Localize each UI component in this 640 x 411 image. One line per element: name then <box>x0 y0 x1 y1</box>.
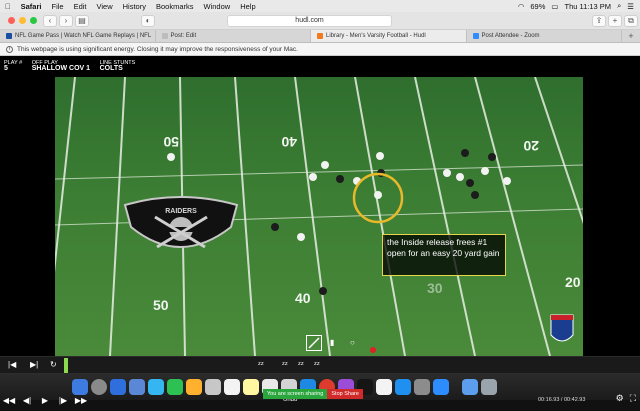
svg-text:RAIDERS: RAIDERS <box>165 208 197 215</box>
hudl-favicon-icon <box>317 33 323 39</box>
sleep-icon: ᶻᶻ <box>298 360 304 369</box>
field-graphic: RAIDERS 50 40 20 50 40 30 20 <box>55 77 583 356</box>
menu-edit[interactable]: Edit <box>69 2 92 11</box>
svg-text:50: 50 <box>163 134 179 150</box>
page-favicon-icon <box>161 33 168 39</box>
menu-history[interactable]: History <box>118 2 151 11</box>
privacy-report-icon[interactable]: ◐ <box>141 14 155 27</box>
nfl-shield-icon <box>550 314 574 342</box>
play-icon[interactable]: ▶ <box>36 396 54 405</box>
timecode: 00:16.93 / 00:42.93 <box>538 397 586 403</box>
battery-text: 69% <box>530 1 546 11</box>
tab-label: Post Attendee - Zoom <box>481 32 540 39</box>
fullscreen-icon[interactable]: ⛶ <box>630 393 636 404</box>
circle-tool-icon[interactable]: ○ <box>350 338 355 347</box>
step-forward-icon[interactable]: |▶ <box>54 396 72 405</box>
off-play-value: SHALLOW COV 1 <box>31 65 91 72</box>
search-icon[interactable]: ⌕ <box>617 1 621 11</box>
next-clip-icon[interactable]: ▶| <box>30 360 38 369</box>
stop-share-button[interactable]: Stop Share <box>327 389 363 399</box>
wifi-icon[interactable]: ◠ <box>518 2 525 11</box>
nfl-favicon-icon <box>6 33 12 39</box>
sleep-icon: ᶻᶻ <box>282 360 288 369</box>
play-number-value: 5 <box>4 65 8 72</box>
callout-text: the Inside release frees #1 open for an … <box>387 237 500 258</box>
zoom-favicon-icon <box>472 33 479 39</box>
tab-zoom[interactable]: Post Attendee - Zoom <box>467 30 622 42</box>
svg-text:50: 50 <box>153 297 169 313</box>
play-number: PLAY # 5 <box>4 60 22 72</box>
line-stunts-value: COLTS <box>99 65 123 72</box>
menu-bookmarks[interactable]: Bookmarks <box>151 2 199 11</box>
timeline-playhead[interactable] <box>64 358 68 373</box>
close-window-button[interactable] <box>8 17 15 24</box>
tab-label: Post: Edit <box>170 32 197 39</box>
info-icon: i <box>6 45 13 53</box>
tab-label: NFL Game Pass | Watch NFL Game Replays |… <box>15 32 152 39</box>
playhead-marker-icon[interactable] <box>370 347 376 353</box>
mac-menubar:  Safari File Edit View History Bookmark… <box>0 0 640 12</box>
menu-view[interactable]: View <box>92 2 118 11</box>
comment-tool-icon[interactable]: ▮ <box>330 338 334 347</box>
svg-text:40: 40 <box>295 290 311 306</box>
forward-button[interactable]: › <box>59 14 73 27</box>
svg-text:20: 20 <box>565 274 581 290</box>
football-field-video: RAIDERS 50 40 20 50 40 30 20 <box>55 77 583 356</box>
svg-text:40: 40 <box>281 134 297 150</box>
window-controls <box>0 17 43 24</box>
tab-post-edit[interactable]: Post: Edit <box>156 30 311 42</box>
screen-sharing-status: You are screen sharing <box>263 389 328 399</box>
line-tool-glyph <box>308 337 320 349</box>
new-tab-icon[interactable]: + <box>608 14 622 27</box>
rewind-icon[interactable]: ◀◀ <box>0 396 18 405</box>
battery-icon[interactable]: ▭ <box>551 2 558 11</box>
fast-forward-icon[interactable]: ▶▶ <box>72 396 90 405</box>
energy-warning-text: This webpage is using significant energy… <box>17 45 298 53</box>
menu-list-icon[interactable]: ☰ <box>627 2 634 11</box>
energy-warning-banner: i This webpage is using significant ener… <box>0 43 640 56</box>
coach-annotation-callout[interactable]: the Inside release frees #1 open for an … <box>382 234 506 276</box>
menu-safari[interactable]: Safari <box>16 2 47 11</box>
menu-window[interactable]: Window <box>199 2 236 11</box>
back-button[interactable]: ‹ <box>43 14 57 27</box>
tab-bar: NFL Game Pass | Watch NFL Game Replays |… <box>0 30 640 43</box>
add-tab-button[interactable]: + <box>622 30 640 42</box>
tab-nfl-game-pass[interactable]: NFL Game Pass | Watch NFL Game Replays |… <box>0 30 156 42</box>
address-bar[interactable]: hudl.com <box>227 14 392 27</box>
clip-timeline[interactable]: |◀ ▶| ↻ ᶻᶻ ᶻᶻ ᶻᶻ ᶻᶻ <box>0 356 640 373</box>
tab-label: Library - Men's Varsity Football - Hudl <box>326 32 426 39</box>
share-icon[interactable]: ⇪ <box>592 14 606 27</box>
prev-clip-icon[interactable]: |◀ <box>8 360 16 369</box>
player-settings: ⚙ ⛶ <box>616 393 636 404</box>
tab-overview-icon[interactable]: ⧉ <box>624 14 638 27</box>
video-player[interactable]: PLAY # 5 OFF PLAY SHALLOW COV 1 LINE STU… <box>0 56 640 405</box>
tab-hudl-library[interactable]: Library - Men's Varsity Football - Hudl <box>311 30 467 42</box>
apple-menu[interactable]:  <box>0 2 16 11</box>
step-back-icon[interactable]: ◀| <box>18 396 36 405</box>
sidebar-toggle-icon[interactable]: ▤ <box>75 14 89 27</box>
sleep-icon: ᶻᶻ <box>258 360 264 369</box>
raiders-logo: RAIDERS <box>123 196 239 249</box>
play-info: PLAY # 5 OFF PLAY SHALLOW COV 1 LINE STU… <box>4 60 143 72</box>
loop-icon[interactable]: ↻ <box>50 360 57 369</box>
line-tool-icon[interactable] <box>306 335 322 351</box>
settings-gear-icon[interactable]: ⚙ <box>616 393 624 404</box>
offensive-play: OFF PLAY SHALLOW COV 1 <box>32 60 90 72</box>
screen-share-banner: You are screen sharing Stop Share <box>263 389 363 399</box>
zoom-window-button[interactable] <box>30 17 37 24</box>
line-stunts: LINE STUNTS COLTS <box>100 60 136 72</box>
svg-text:30: 30 <box>427 280 443 296</box>
browser-toolbar: ‹ › ▤ ◐ hudl.com ⇪ + ⧉ <box>0 12 640 30</box>
svg-text:20: 20 <box>523 138 539 154</box>
clock[interactable]: Thu 11:13 PM <box>565 2 612 11</box>
menu-help[interactable]: Help <box>235 2 260 11</box>
menu-file[interactable]: File <box>46 2 68 11</box>
minimize-window-button[interactable] <box>19 17 26 24</box>
sleep-icon: ᶻᶻ <box>314 360 320 369</box>
